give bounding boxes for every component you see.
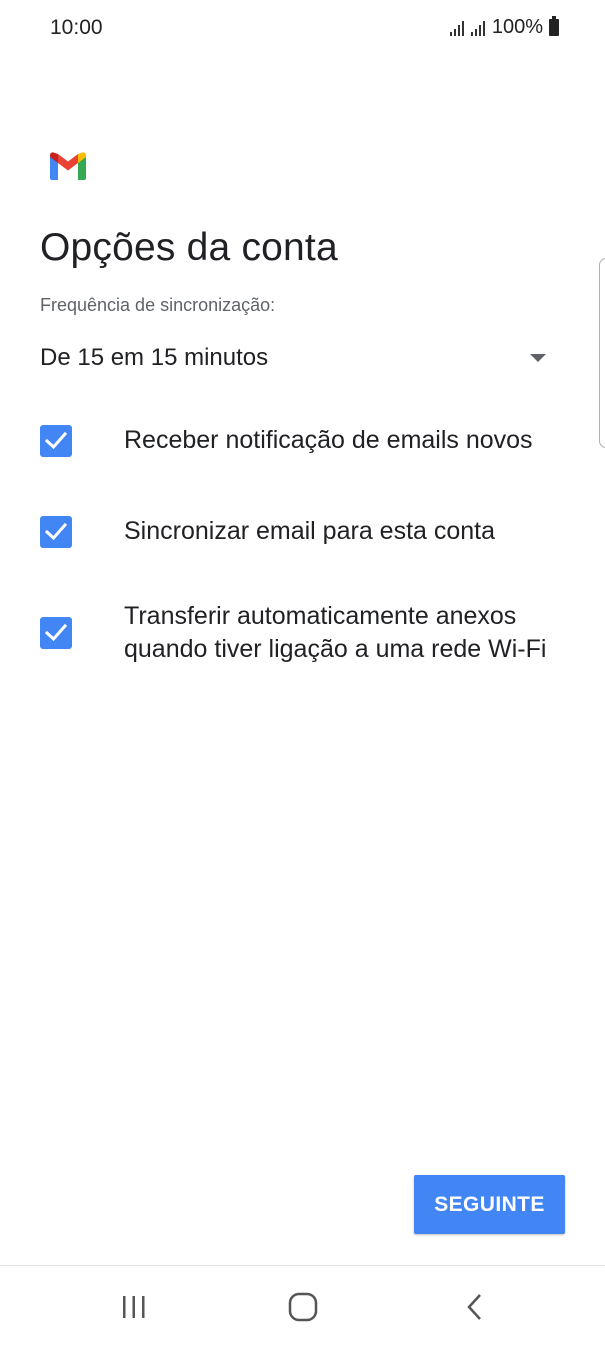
checkbox-checked-icon[interactable] <box>40 515 72 548</box>
sync-frequency-dropdown[interactable]: De 15 em 15 minutos <box>40 336 560 380</box>
option-notify-new-email[interactable]: Receber notificação de emails novos <box>40 424 570 457</box>
signal-icon-2 <box>470 20 485 36</box>
sync-frequency-label: Frequência de sincronização: <box>40 295 276 315</box>
option-sync-email[interactable]: Sincronizar email para esta conta <box>40 515 570 548</box>
gmail-logo <box>50 152 86 180</box>
next-button[interactable]: SEGUINTE <box>414 1175 565 1234</box>
page-title: Opções da conta <box>40 226 338 269</box>
back-icon <box>467 1294 481 1320</box>
back-button[interactable] <box>454 1290 494 1324</box>
dropdown-arrow-icon <box>530 354 546 362</box>
home-icon <box>288 1292 318 1322</box>
recent-apps-icon <box>123 1296 145 1318</box>
option-label: Receber notificação de emails novos <box>124 426 533 454</box>
option-auto-download-attachments[interactable]: Transferir automaticamente anexos quando… <box>40 600 570 666</box>
checkbox-checked-icon[interactable] <box>40 617 72 649</box>
status-bar: 10:00 100% <box>0 0 605 56</box>
sync-frequency-value: De 15 em 15 minutos <box>40 344 269 371</box>
option-label: Sincronizar email para esta conta <box>124 517 496 545</box>
status-time: 10:00 <box>50 16 103 39</box>
scroll-indicator <box>599 258 605 448</box>
option-label: Transferir automaticamente anexos quando… <box>124 602 547 663</box>
navigation-bar <box>0 1265 605 1347</box>
battery-icon <box>549 16 559 36</box>
recent-apps-button[interactable] <box>114 1290 154 1324</box>
signal-icon <box>449 20 464 36</box>
status-indicators: 100% <box>449 16 559 39</box>
checkbox-checked-icon[interactable] <box>40 424 72 457</box>
battery-percent: 100% <box>491 16 543 38</box>
home-button[interactable] <box>283 1290 323 1324</box>
